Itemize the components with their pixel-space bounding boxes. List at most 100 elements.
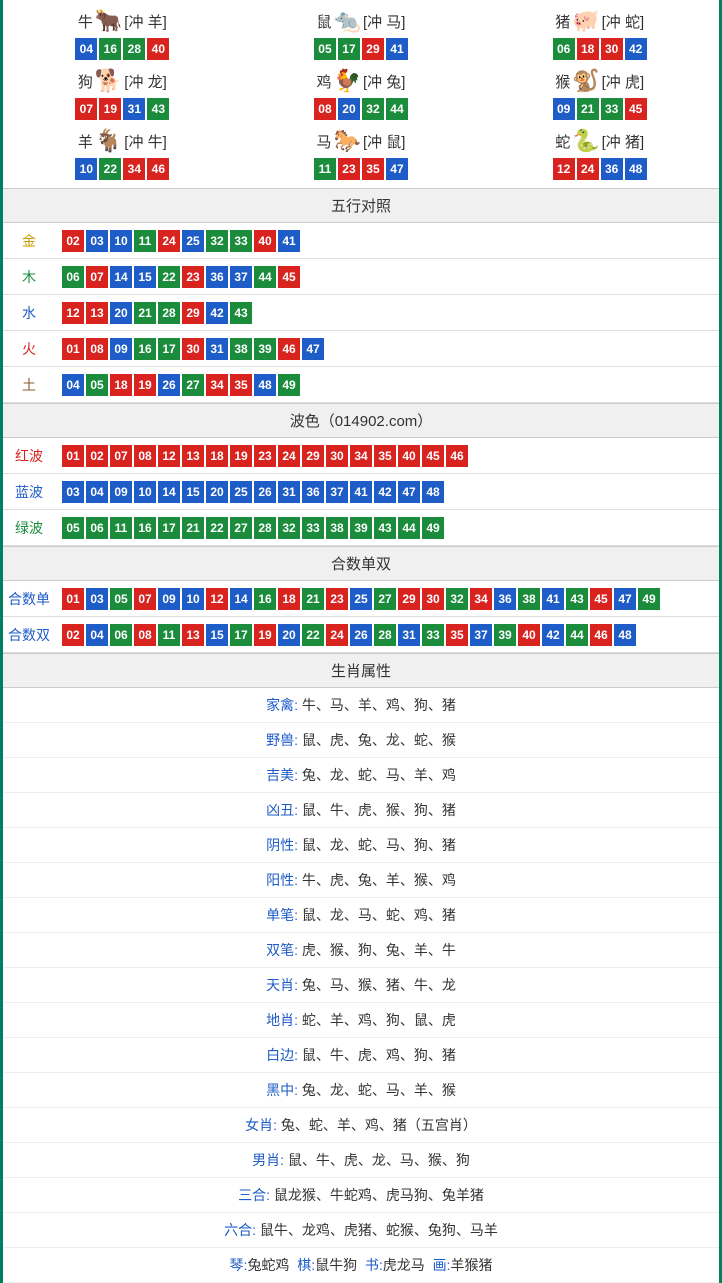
number-ball: 32 <box>278 517 300 539</box>
number-ball: 06 <box>553 38 575 60</box>
zodiac-name: 牛 <box>78 11 93 32</box>
zodiac-cell: 鼠🐀[冲 马] 05172941 <box>242 4 481 64</box>
number-ball: 08 <box>314 98 336 120</box>
number-ball: 04 <box>62 374 84 396</box>
row-label: 火 <box>3 339 55 359</box>
zodiac-chong: [冲 猪] <box>602 131 645 152</box>
attr-row: 单笔: 鼠、龙、马、蛇、鸡、猪 <box>3 898 719 933</box>
zodiac-icon: 🐖 <box>572 8 599 34</box>
section-bose-header: 波色（014902.com） <box>3 403 719 438</box>
number-ball: 42 <box>625 38 647 60</box>
number-ball: 34 <box>123 158 145 180</box>
table-row: 绿波 05061116172122272832333839434449 <box>3 510 719 546</box>
number-ball: 21 <box>302 588 324 610</box>
number-ball: 08 <box>86 338 108 360</box>
number-ball: 32 <box>362 98 384 120</box>
attr-row: 吉美: 兔、龙、蛇、马、羊、鸡 <box>3 758 719 793</box>
number-ball: 06 <box>86 517 108 539</box>
number-ball: 04 <box>86 624 108 646</box>
number-ball: 18 <box>206 445 228 467</box>
zodiac-cell: 猴🐒[冲 虎] 09213345 <box>480 64 719 124</box>
number-ball: 43 <box>566 588 588 610</box>
attr-label: 家禽: <box>266 697 298 713</box>
number-ball: 07 <box>110 445 132 467</box>
attr-label: 六合: <box>224 1222 256 1238</box>
number-ball: 33 <box>422 624 444 646</box>
number-ball: 25 <box>350 588 372 610</box>
number-ball: 25 <box>230 481 252 503</box>
zodiac-chong: [冲 马] <box>363 11 406 32</box>
number-ball: 04 <box>75 38 97 60</box>
row-content: 05061116172122272832333839434449 <box>55 513 719 543</box>
number-ball: 32 <box>206 230 228 252</box>
number-ball: 13 <box>182 445 204 467</box>
number-ball: 37 <box>230 266 252 288</box>
number-ball: 47 <box>386 158 408 180</box>
zodiac-icon: 🐎 <box>334 128 361 154</box>
number-ball: 10 <box>182 588 204 610</box>
number-ball: 20 <box>278 624 300 646</box>
number-ball: 11 <box>158 624 180 646</box>
attr-label: 黑中: <box>266 1082 298 1098</box>
number-ball: 31 <box>123 98 145 120</box>
attr-label: 野兽: <box>266 732 298 748</box>
zodiac-name: 猪 <box>555 11 570 32</box>
attr-row: 男肖: 鼠、牛、虎、龙、马、猴、狗 <box>3 1143 719 1178</box>
attr-label: 凶丑: <box>266 802 298 818</box>
zodiac-chong: [冲 蛇] <box>602 11 645 32</box>
attr-value: 鼠龙猴、牛蛇鸡、虎马狗、兔羊猪 <box>274 1187 484 1203</box>
attr-label: 地肖: <box>266 1012 298 1028</box>
row-label: 合数双 <box>3 625 55 645</box>
number-ball: 36 <box>206 266 228 288</box>
number-ball: 20 <box>110 302 132 324</box>
number-ball: 24 <box>326 624 348 646</box>
zodiac-icon: 🐂 <box>95 8 122 34</box>
attr-value: 牛、虎、兔、羊、猴、鸡 <box>302 872 456 888</box>
zodiac-cell: 蛇🐍[冲 猪] 12243648 <box>480 124 719 184</box>
number-ball: 46 <box>590 624 612 646</box>
number-ball: 40 <box>398 445 420 467</box>
number-ball: 16 <box>99 38 121 60</box>
number-ball: 22 <box>302 624 324 646</box>
number-ball: 04 <box>86 481 108 503</box>
row-content: 02031011242532334041 <box>55 226 719 256</box>
attr-row: 凶丑: 鼠、牛、虎、猴、狗、猪 <box>3 793 719 828</box>
heshu-rows: 合数单 010305070910121416182123252729303234… <box>3 581 719 653</box>
number-ball: 31 <box>278 481 300 503</box>
number-ball: 40 <box>254 230 276 252</box>
number-ball: 30 <box>601 38 623 60</box>
row-content: 0204060811131517192022242628313335373940… <box>55 620 719 650</box>
zodiac-cell: 猪🐖[冲 蛇] 06183042 <box>480 4 719 64</box>
attr-value: 兔、马、猴、猪、牛、龙 <box>302 977 456 993</box>
number-ball: 25 <box>182 230 204 252</box>
number-ball: 24 <box>158 230 180 252</box>
number-ball: 28 <box>158 302 180 324</box>
number-ball: 26 <box>254 481 276 503</box>
number-ball: 26 <box>350 624 372 646</box>
number-ball: 46 <box>446 445 468 467</box>
number-ball: 31 <box>398 624 420 646</box>
attrs-rows: 家禽: 牛、马、羊、鸡、狗、猪野兽: 鼠、虎、兔、龙、蛇、猴吉美: 兔、龙、蛇、… <box>3 688 719 1248</box>
number-ball: 14 <box>158 481 180 503</box>
number-ball: 12 <box>62 302 84 324</box>
number-ball: 30 <box>182 338 204 360</box>
number-ball: 34 <box>470 588 492 610</box>
number-ball: 39 <box>350 517 372 539</box>
attr-label: 阴性: <box>266 837 298 853</box>
number-ball: 11 <box>110 517 132 539</box>
zodiac-name: 蛇 <box>555 131 570 152</box>
number-ball: 18 <box>278 588 300 610</box>
number-ball: 20 <box>206 481 228 503</box>
section-shengxiao-header: 生肖属性 <box>3 653 719 688</box>
number-ball: 42 <box>542 624 564 646</box>
number-ball: 49 <box>278 374 300 396</box>
number-ball: 07 <box>75 98 97 120</box>
row-label: 水 <box>3 303 55 323</box>
zodiac-cell: 羊🐐[冲 牛] 10223446 <box>3 124 242 184</box>
attr-label: 三合: <box>238 1187 270 1203</box>
number-ball: 13 <box>86 302 108 324</box>
zodiac-chong: [冲 虎] <box>602 71 645 92</box>
number-ball: 16 <box>134 338 156 360</box>
number-ball: 41 <box>350 481 372 503</box>
attr-value: 兔、龙、蛇、马、羊、猴 <box>302 1082 456 1098</box>
